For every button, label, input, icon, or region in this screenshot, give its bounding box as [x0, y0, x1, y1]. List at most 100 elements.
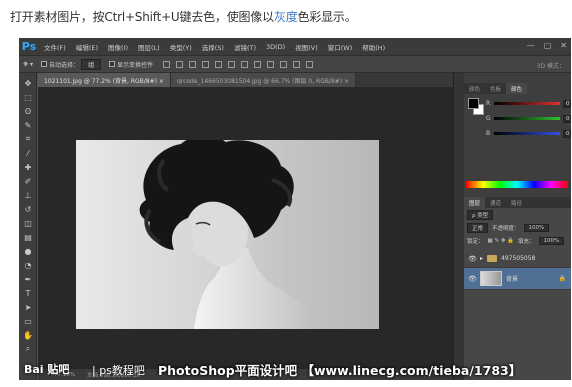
menu-window[interactable]: 窗口(W): [323, 42, 358, 52]
type-tool-icon[interactable]: T: [21, 287, 35, 299]
lock-icons[interactable]: ▦ ✎ ✥ 🔒: [488, 238, 515, 244]
shape-tool-icon[interactable]: ▭: [21, 315, 35, 327]
menu-select[interactable]: 选择(S): [197, 42, 229, 52]
foreground-color-swatch[interactable]: [468, 98, 479, 109]
gradient-tool-icon[interactable]: ▤: [21, 231, 35, 243]
align-vcenter-icon[interactable]: [176, 60, 184, 68]
auto-select-option[interactable]: 自动选择：组: [37, 58, 105, 70]
color-panel-tabs: 颜色 色板 颜色: [464, 83, 528, 94]
healing-brush-icon[interactable]: ✚: [21, 161, 35, 173]
tab-document-2[interactable]: qrcode_1466503081504.jpg @ 66.7% (图层 0, …: [170, 73, 357, 87]
watermark-overlay: Bai 贴吧 | ps教程吧 PhotoShop平面设计吧 【www.linec…: [0, 356, 572, 387]
align-bottom-icon[interactable]: [189, 60, 197, 68]
brush-tool-icon[interactable]: ✐: [21, 175, 35, 187]
mode-3d-label: 3D 模式：: [536, 63, 565, 70]
minimize-icon[interactable]: —: [527, 41, 535, 50]
color-slider-r[interactable]: R 0: [486, 99, 571, 108]
caption-highlight-link[interactable]: 灰度: [274, 10, 298, 24]
canvas-area[interactable]: [38, 87, 453, 369]
move-tool-icon[interactable]: ✥: [21, 77, 35, 89]
color-slider-b[interactable]: B 0: [486, 129, 571, 138]
layer-kind-filter[interactable]: ρ 类型: [467, 210, 494, 220]
color-slider-g[interactable]: G 0: [486, 114, 571, 123]
marquee-tool-icon[interactable]: ⬚: [21, 91, 35, 103]
auto-select-checkbox[interactable]: [41, 61, 48, 67]
menu-image[interactable]: 图像(I): [103, 42, 133, 52]
slider-track-g[interactable]: [494, 117, 560, 120]
fill-label: 填充：: [518, 239, 535, 245]
eye-icon[interactable]: 👁: [468, 255, 477, 263]
distribute-left-icon[interactable]: [280, 60, 288, 68]
stamp-tool-icon[interactable]: ⊥: [21, 189, 35, 201]
document-tabs: 1021101.jpg @ 77.2% (背景, RGB/8#) × qrcod…: [38, 73, 453, 87]
path-select-tool-icon[interactable]: ➤: [21, 301, 35, 313]
lasso-tool-icon[interactable]: ʘ: [21, 105, 35, 117]
opacity-value[interactable]: 100%: [523, 224, 550, 232]
layer-row-group[interactable]: 👁 ▸ 497505058: [464, 250, 571, 268]
photoshop-logo: Ps: [21, 40, 37, 53]
opacity-label: 不透明度：: [492, 226, 520, 232]
slider-value-r[interactable]: 0: [563, 99, 571, 108]
align-top-icon[interactable]: [163, 60, 171, 68]
eraser-tool-icon[interactable]: ◫: [21, 217, 35, 229]
slider-value-g[interactable]: 0: [563, 114, 571, 123]
caption-text-end: 色彩显示。: [297, 10, 357, 24]
menu-filter[interactable]: 滤镜(T): [229, 42, 261, 52]
tab-layers[interactable]: 图层: [464, 197, 486, 208]
tab-swatches[interactable]: 色板: [485, 83, 506, 94]
slider-label-r: R: [486, 100, 491, 107]
hand-tool-icon[interactable]: ✋: [21, 329, 35, 341]
move-icon: ✥: [23, 60, 29, 68]
menu-edit[interactable]: 编辑(E): [71, 42, 103, 52]
menu-file[interactable]: 文件(F): [39, 42, 71, 52]
maximize-icon[interactable]: ▢: [544, 41, 552, 50]
menu-help[interactable]: 帮助(H): [357, 42, 390, 52]
close-icon[interactable]: ✕: [560, 41, 567, 50]
fill-value[interactable]: 100%: [538, 237, 565, 245]
menu-view[interactable]: 视图(V): [290, 42, 323, 52]
history-brush-icon[interactable]: ↺: [21, 203, 35, 215]
align-hcenter-icon[interactable]: [215, 60, 223, 68]
move-tool-preset[interactable]: ✥ ▾: [19, 61, 37, 68]
expand-arrow-icon[interactable]: ▸: [480, 255, 483, 262]
align-right-icon[interactable]: [228, 60, 236, 68]
layer-name-background: 背景: [506, 276, 519, 283]
auto-select-dropdown[interactable]: 组: [81, 58, 102, 70]
tab-color-active[interactable]: 颜色: [506, 83, 528, 94]
menu-type[interactable]: 类型(Y): [165, 42, 197, 52]
distribute-hcenter-icon[interactable]: [293, 60, 301, 68]
desaturated-portrait-image: [76, 140, 379, 329]
zoom-tool-icon[interactable]: ⌕: [21, 343, 35, 355]
dodge-tool-icon[interactable]: ◔: [21, 259, 35, 271]
tab-color[interactable]: 颜色: [464, 83, 485, 94]
distribute-top-icon[interactable]: [241, 60, 249, 68]
blur-tool-icon[interactable]: ●: [21, 245, 35, 257]
distribute-vcenter-icon[interactable]: [254, 60, 262, 68]
lock-row: 锁定： ▦ ✎ ✥ 🔒 填充： 100%: [467, 236, 569, 246]
tab-paths[interactable]: 路径: [506, 197, 527, 208]
pen-tool-icon[interactable]: ✒: [21, 273, 35, 285]
tab-document-1[interactable]: 1021101.jpg @ 77.2% (背景, RGB/8#) ×: [38, 73, 171, 87]
slider-track-b[interactable]: [494, 132, 560, 135]
eye-icon-background[interactable]: 👁: [468, 275, 477, 283]
quick-select-tool-icon[interactable]: ✎: [21, 119, 35, 131]
align-left-icon[interactable]: [202, 60, 210, 68]
menu-layer[interactable]: 图层(L): [133, 42, 165, 52]
distribute-right-icon[interactable]: [306, 60, 314, 68]
crop-tool-icon[interactable]: ⌗: [21, 133, 35, 145]
eyedropper-tool-icon[interactable]: ⁄: [21, 147, 35, 159]
layers-panel: ρ 类型 正常 不透明度： 100% 锁定： ▦ ✎ ✥ 🔒 填充： 100% …: [464, 208, 571, 380]
tab-channels[interactable]: 通道: [485, 197, 506, 208]
menu-3d[interactable]: 3D(D): [261, 43, 290, 51]
slider-value-b[interactable]: 0: [563, 129, 571, 138]
align-buttons: [157, 60, 319, 68]
show-transform-option[interactable]: 显示变换控件: [105, 60, 157, 69]
distribute-bottom-icon[interactable]: [267, 60, 275, 68]
layer-lock-icon: 🔒: [558, 275, 566, 282]
slider-track-r[interactable]: [494, 102, 560, 105]
layer-row-background[interactable]: 👁 背景 🔒: [464, 268, 571, 290]
lock-label: 锁定：: [467, 239, 484, 245]
blend-mode-select[interactable]: 正常: [467, 223, 489, 233]
show-transform-checkbox[interactable]: [109, 61, 116, 67]
color-spectrum-bar[interactable]: [466, 181, 568, 188]
